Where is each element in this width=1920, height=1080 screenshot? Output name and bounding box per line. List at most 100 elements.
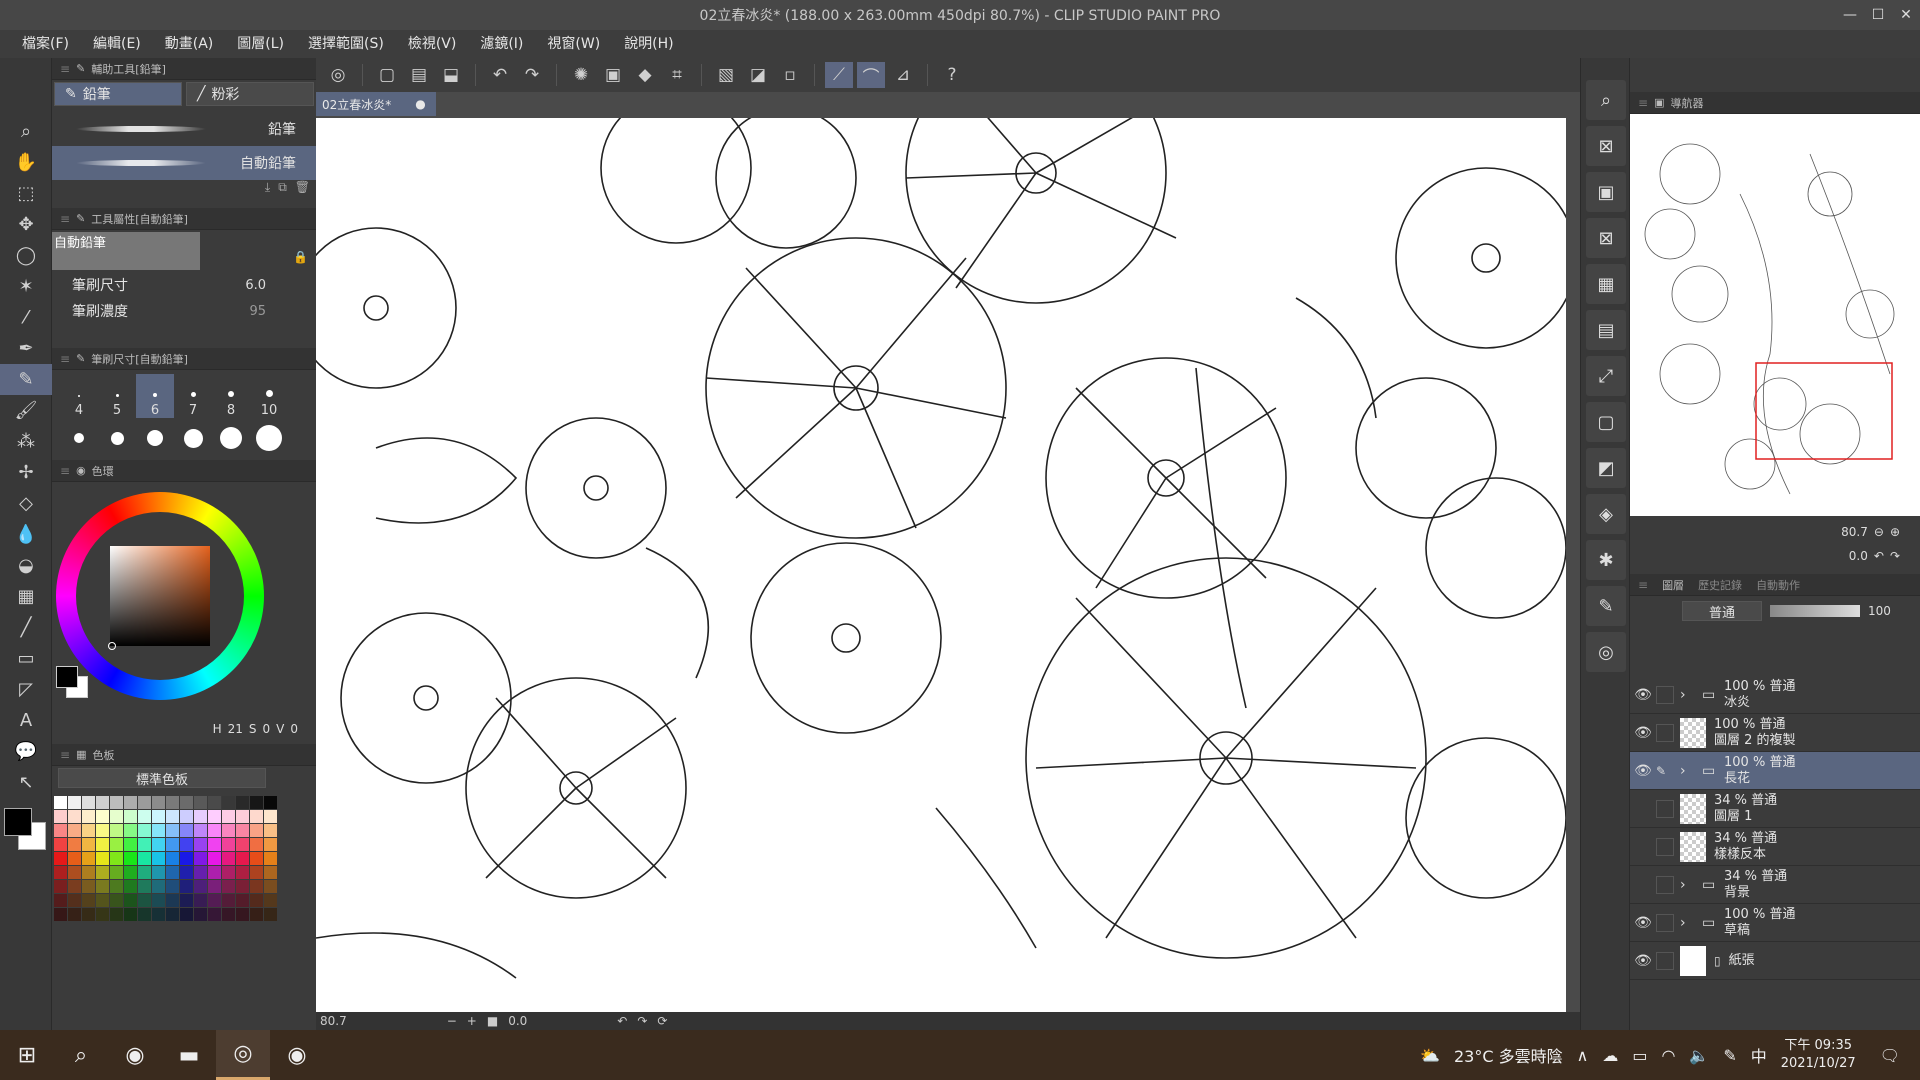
palette-swatch[interactable] [152,796,165,809]
layer-row-active[interactable]: 👁 ✎ › ▭ 100 % 普通 長花 [1630,752,1920,790]
layer-lock-box[interactable] [1656,723,1674,742]
palette-swatch[interactable] [54,838,67,851]
brush-icon[interactable]: 🖌 [0,395,52,426]
eye-icon[interactable]: 👁 [1630,915,1656,931]
decoration-icon[interactable]: ✢ [0,457,52,488]
brush-size-row[interactable]: 筆刷尺寸 6.0 [52,272,316,298]
palette-swatch[interactable] [68,880,81,893]
palette-swatch[interactable] [110,810,123,823]
palette-swatch[interactable] [124,894,137,907]
search-icon[interactable]: ⌕ [54,1030,108,1080]
lasso-icon[interactable]: ◯ [0,240,52,271]
palette-swatch[interactable] [138,824,151,837]
brush-density-row[interactable]: 筆刷濃度 95 [52,298,316,324]
palette-swatch[interactable] [82,796,95,809]
palette-swatch[interactable] [82,852,95,865]
size-preset[interactable] [60,422,98,454]
palette-swatch[interactable] [96,852,109,865]
zoom-tool-icon[interactable]: ⌕ [0,116,52,147]
palette-swatch[interactable] [124,880,137,893]
layer-row[interactable]: 34 % 普通 樣樣反本 [1630,828,1920,866]
operation-tool-icon[interactable]: ⬚ [0,178,52,209]
menu-help[interactable]: 說明(H) [612,30,685,58]
chevron-right-icon[interactable]: › [1680,877,1702,893]
palette-swatch[interactable] [96,866,109,879]
palette-swatch[interactable] [208,880,221,893]
rotate-left-icon[interactable]: ↶ [1874,549,1884,563]
palette-swatch[interactable] [152,810,165,823]
palette-swatch[interactable] [166,838,179,851]
palette-swatch[interactable] [222,894,235,907]
main-color-swatch[interactable] [4,808,32,836]
layer-lock-box[interactable] [1656,837,1674,856]
palette-swatch[interactable] [264,838,277,851]
brush-item-pencil[interactable]: 鉛筆 [52,112,316,146]
pen-icon[interactable]: ✒ [0,333,52,364]
layer-material-icon[interactable]: ◎ [1586,632,1626,672]
palette-swatch[interactable] [96,908,109,921]
palette-swatch[interactable] [208,810,221,823]
figure-icon[interactable]: ✱ [1586,540,1626,580]
material-icon[interactable]: ▣ [1586,172,1626,212]
palette-swatch[interactable] [180,796,193,809]
volume-icon[interactable]: 🔈 [1689,1046,1709,1065]
main-color-chip[interactable] [56,666,78,688]
help-icon[interactable]: ? [938,62,966,88]
palette-swatch[interactable] [264,866,277,879]
palette-swatch[interactable] [138,880,151,893]
palette-swatch[interactable] [138,796,151,809]
import-icon[interactable]: ⤓ [265,180,270,202]
sv-picker-marker[interactable] [108,642,116,650]
palette-swatch[interactable] [54,880,67,893]
palette-swatch[interactable] [166,880,179,893]
palette-swatch[interactable] [110,908,123,921]
pen-tray-icon[interactable]: ✎ [1723,1046,1736,1065]
layer-lock-box[interactable] [1656,799,1674,818]
palette-swatch[interactable] [264,810,277,823]
redo-icon[interactable]: ↷ [518,62,546,88]
palette-swatch[interactable] [250,908,263,921]
navigator-rotation-value[interactable]: 0.0 [1849,549,1868,563]
brush-density-value[interactable]: 95 [249,304,266,319]
palette-swatch[interactable] [166,866,179,879]
size-preset[interactable]: 4 [60,374,98,418]
palette-swatch[interactable] [68,866,81,879]
palette-swatch[interactable] [236,824,249,837]
zoom-out-icon[interactable]: ⊖ [1874,525,1884,539]
palette-swatch[interactable] [110,866,123,879]
palette-swatch[interactable] [82,838,95,851]
battery-icon[interactable]: ▭ [1632,1046,1647,1065]
fit-icon[interactable]: ■ [487,1014,498,1028]
layer-lock-box[interactable] [1656,875,1674,894]
chevron-up-icon[interactable]: ∧ [1577,1046,1589,1065]
size-preset[interactable] [212,422,250,454]
palette-swatch[interactable] [250,810,263,823]
palette-swatch[interactable] [236,908,249,921]
tab-close-icon[interactable]: ● [415,97,425,111]
material-icon[interactable]: ⤢ [1586,356,1626,396]
palette-swatch[interactable] [264,894,277,907]
palette-swatch[interactable] [166,894,179,907]
size-preset[interactable]: 5 [98,374,136,418]
size-preset-selected[interactable]: 6 [136,374,174,418]
material-icon[interactable]: ◩ [1586,448,1626,488]
opacity-value[interactable]: 100 [1868,604,1891,618]
palette-swatch[interactable] [166,824,179,837]
palette-swatch[interactable] [110,796,123,809]
palette-swatch[interactable] [96,880,109,893]
size-preset[interactable]: 8 [212,374,250,418]
palette-swatch[interactable] [82,824,95,837]
clip-studio-icon[interactable]: ◎ [324,62,352,88]
weather-text[interactable]: 23°C 多雲時陰 [1454,1043,1563,1067]
palette-swatch[interactable] [82,908,95,921]
clip-studio-taskbar-icon[interactable]: ◎ [216,1030,270,1080]
palette-swatch[interactable] [264,880,277,893]
palette-swatch[interactable] [222,796,235,809]
material-icon[interactable]: ▦ [1586,264,1626,304]
palette-swatch[interactable] [180,880,193,893]
palette-swatch[interactable] [208,824,221,837]
blend-icon[interactable]: 💧 [0,519,52,550]
close-icon[interactable]: ✕ [1892,0,1920,30]
selection-invert-icon[interactable]: ◪ [744,62,772,88]
zoom-in-icon[interactable]: + [467,1014,477,1028]
